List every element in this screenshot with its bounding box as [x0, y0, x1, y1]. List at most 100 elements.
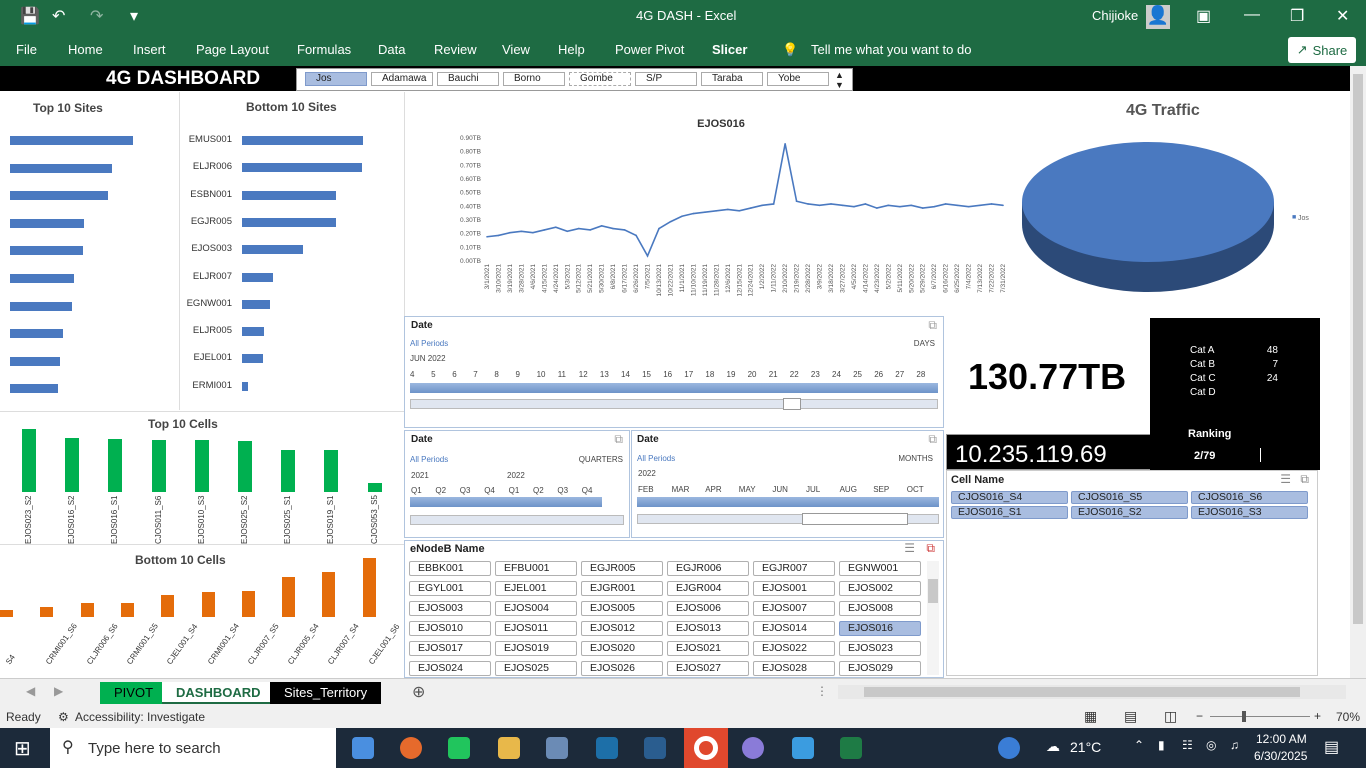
tab-split-icon[interactable]: ⋮	[816, 684, 828, 698]
clear-filter-icon[interactable]: ⧉	[928, 432, 937, 447]
day-tick[interactable]: 27	[895, 370, 904, 379]
normal-view-icon[interactable]: ▦	[1084, 708, 1097, 725]
enodeb-item[interactable]: EJOS026	[581, 661, 663, 676]
horizontal-scrollbar[interactable]	[838, 685, 1346, 699]
region-borno[interactable]: Borno	[503, 72, 565, 86]
month-tick[interactable]: MAR	[672, 485, 690, 494]
vertical-scrollbar[interactable]	[1350, 66, 1366, 678]
accessibility-icon[interactable]: ⚙	[58, 710, 69, 724]
zoom-out-icon[interactable]: −	[1196, 709, 1203, 723]
clock-time[interactable]: 12:00 AM	[1256, 732, 1307, 746]
enodeb-item[interactable]: EJOS003	[409, 601, 491, 616]
avatar[interactable]: 👤	[1146, 5, 1170, 29]
enodeb-item[interactable]: EJOS022	[753, 641, 835, 656]
undo-icon[interactable]: ↶	[52, 6, 65, 26]
network-icon[interactable]: ☷	[1182, 738, 1193, 752]
month-tick[interactable]: APR	[705, 485, 721, 494]
day-tick[interactable]: 8	[494, 370, 498, 379]
clear-filter-icon[interactable]: ⧉	[928, 318, 937, 333]
redo-icon[interactable]: ↷	[90, 6, 103, 26]
multi-select-icon[interactable]: ☰	[904, 541, 915, 555]
temperature[interactable]: 21°C	[1070, 739, 1101, 755]
cell-name-item[interactable]: CJOS016_S6	[1191, 491, 1308, 504]
enodeb-item[interactable]: EJOS010	[409, 621, 491, 636]
enodeb-item[interactable]: EGNW001	[839, 561, 921, 576]
day-tick[interactable]: 5	[431, 370, 435, 379]
day-tick[interactable]: 6	[452, 370, 456, 379]
tab-slicer[interactable]: Slicer	[712, 42, 747, 57]
tab-data[interactable]: Data	[378, 42, 405, 57]
day-tick[interactable]: 24	[832, 370, 841, 379]
share-button[interactable]: ↗ Share	[1288, 37, 1356, 63]
enodeb-item[interactable]: EJOS019	[495, 641, 577, 656]
month-tick[interactable]: JUL	[806, 485, 820, 494]
user-name[interactable]: Chijioke	[1092, 8, 1138, 23]
day-tick[interactable]: 20	[748, 370, 757, 379]
timeline-scrollbar[interactable]	[410, 515, 624, 525]
page-layout-icon[interactable]: ▤	[1124, 708, 1137, 725]
day-tick[interactable]: 11	[558, 370, 566, 379]
help-icon[interactable]	[998, 737, 1020, 759]
day-tick[interactable]: 25	[853, 370, 862, 379]
enodeb-item[interactable]: EJGR001	[581, 581, 663, 596]
timeline-selection-bar[interactable]	[637, 497, 939, 507]
clear-filter-icon[interactable]: ⧉	[614, 432, 623, 447]
day-tick[interactable]: 26	[874, 370, 883, 379]
tab-formulas[interactable]: Formulas	[297, 42, 351, 57]
region-sp[interactable]: S/P	[635, 72, 697, 86]
quarter-tick[interactable]: Q1	[411, 486, 422, 495]
ribbon-display-icon[interactable]: ▣	[1196, 6, 1211, 26]
enodeb-item[interactable]: EJOS013	[667, 621, 749, 636]
sheet-tab-dashboard[interactable]: DASHBOARD	[162, 682, 275, 704]
level-select[interactable]: DAYS	[914, 339, 935, 348]
save-icon[interactable]: 💾	[20, 6, 40, 26]
windows-start-icon[interactable]: ⊞	[14, 736, 31, 761]
enodeb-item[interactable]: EJOS008	[839, 601, 921, 616]
show-hidden-icon[interactable]: ⌃	[1134, 738, 1144, 752]
day-tick[interactable]: 9	[516, 370, 520, 379]
enodeb-item[interactable]: EJEL001	[495, 581, 577, 596]
enodeb-item[interactable]: EJOS011	[495, 621, 577, 636]
day-tick[interactable]: 12	[579, 370, 588, 379]
day-tick[interactable]: 22	[790, 370, 799, 379]
microsoft-365-icon[interactable]	[792, 737, 814, 759]
day-tick[interactable]: 14	[621, 370, 630, 379]
enodeb-item[interactable]: EJOS002	[839, 581, 921, 596]
day-tick[interactable]: 13	[600, 370, 609, 379]
page-break-icon[interactable]: ◫	[1164, 708, 1177, 725]
timeline-scroll-thumb[interactable]	[783, 398, 801, 410]
enodeb-item[interactable]: EJOS016	[839, 621, 921, 636]
region-gombe[interactable]: Gombe	[569, 72, 631, 86]
browser-icon[interactable]	[742, 737, 764, 759]
timeline-selection-bar[interactable]	[410, 383, 938, 393]
region-bauchi[interactable]: Bauchi	[437, 72, 499, 86]
app-icon[interactable]	[644, 737, 666, 759]
powershell-icon[interactable]	[596, 737, 618, 759]
sheet-tab-sites-territory[interactable]: Sites_Territory	[270, 682, 382, 704]
day-tick[interactable]: 17	[684, 370, 693, 379]
zoom-slider-thumb[interactable]	[1242, 711, 1246, 722]
pycharm-icon[interactable]	[448, 737, 470, 759]
day-tick[interactable]: 19	[727, 370, 736, 379]
quarter-tick[interactable]: Q4	[484, 486, 495, 495]
day-tick[interactable]: 15	[642, 370, 651, 379]
enodeb-item[interactable]: EJOS027	[667, 661, 749, 676]
minimize-icon[interactable]: —	[1244, 6, 1260, 24]
clear-filter-icon[interactable]: ⧉	[1300, 472, 1309, 487]
timeline-scroll-thumb[interactable]	[802, 513, 908, 525]
enodeb-item[interactable]: EFBU001	[495, 561, 577, 576]
customize-icon[interactable]: ▾	[130, 6, 138, 26]
enodeb-item[interactable]: EJOS017	[409, 641, 491, 656]
enodeb-item[interactable]: EJOS024	[409, 661, 491, 676]
tab-home[interactable]: Home	[68, 42, 103, 57]
level-select[interactable]: QUARTERS	[579, 455, 623, 464]
quarter-tick[interactable]: Q3	[460, 486, 471, 495]
add-sheet-icon[interactable]: ⊕	[412, 682, 425, 702]
day-tick[interactable]: 21	[769, 370, 778, 379]
quarter-tick[interactable]: Q2	[435, 486, 446, 495]
copilot-icon[interactable]	[352, 737, 374, 759]
enodeb-scroll-thumb[interactable]	[928, 579, 938, 603]
enodeb-item[interactable]: EJOS006	[667, 601, 749, 616]
tell-me-search[interactable]: Tell me what you want to do	[811, 42, 971, 57]
enodeb-item[interactable]: EJOS012	[581, 621, 663, 636]
